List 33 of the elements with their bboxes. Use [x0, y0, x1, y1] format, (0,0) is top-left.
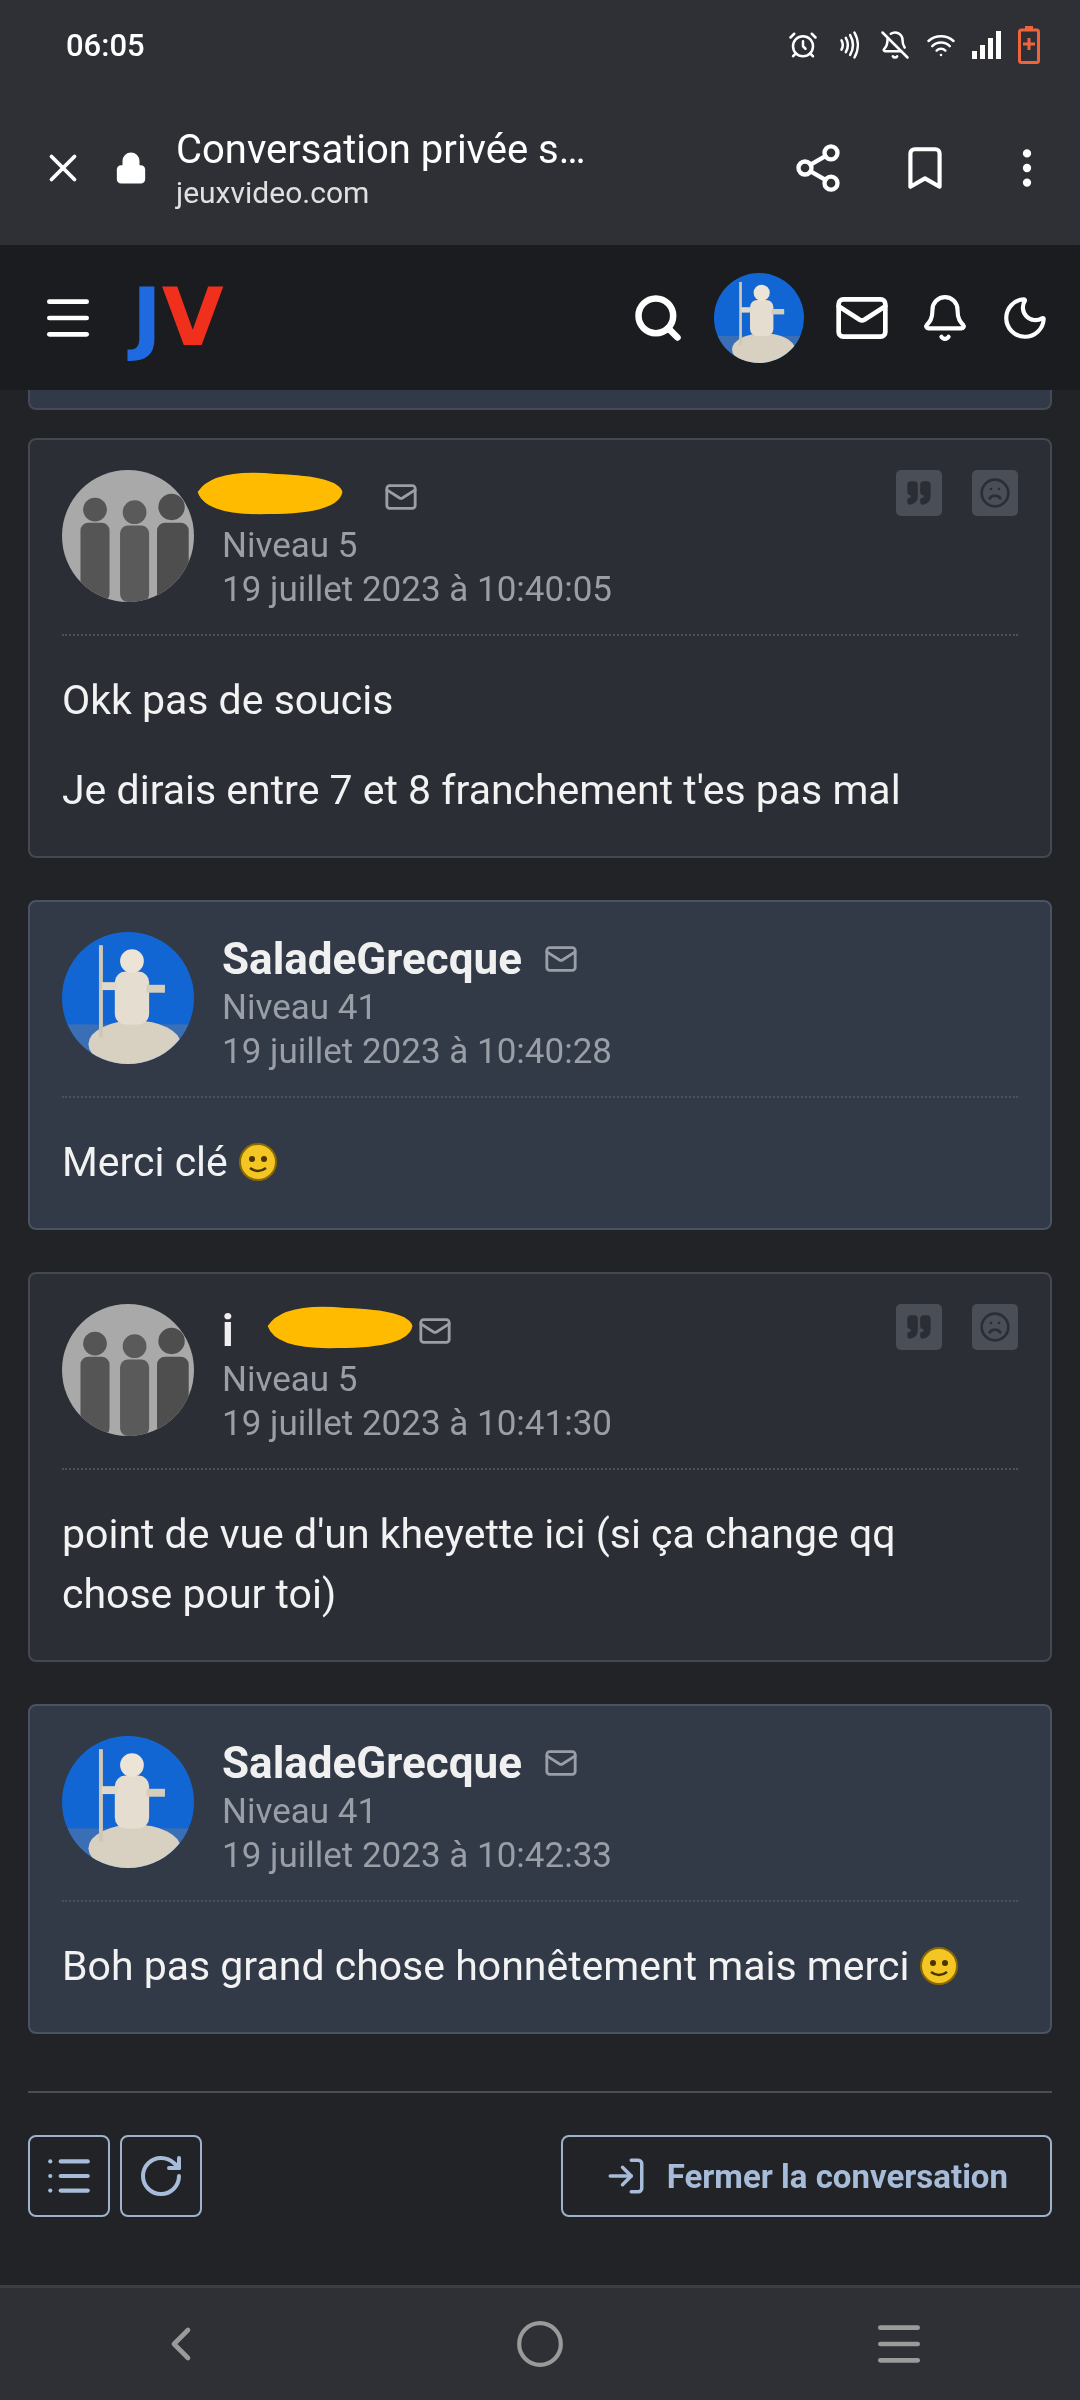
post-date: 19 juillet 2023 à 10:40:28	[222, 1030, 613, 1074]
message-text: point de vue d'un kheyette ici (si ça change qq chose pour toi)	[62, 1509, 897, 1620]
post-date: 19 juillet 2023 à 10:40:05	[222, 568, 613, 612]
list-button[interactable]	[28, 2135, 110, 2217]
lock-icon	[114, 150, 148, 185]
message-text: Merci clé	[62, 1132, 978, 1192]
user-level: Niveau 41	[222, 986, 379, 1030]
user-level: Niveau 5	[222, 524, 359, 568]
bell-off-icon	[880, 30, 910, 60]
quote-icon	[905, 479, 933, 507]
home-icon[interactable]	[515, 2319, 565, 2369]
page-url: jeuxvideo.com	[176, 174, 371, 210]
page-title: Conversation privée s…	[176, 125, 587, 173]
message-text: Okk pas de soucis	[62, 675, 395, 726]
signal-icon	[972, 31, 1002, 59]
close-conversation-button[interactable]: Fermer la conversation	[560, 2135, 1052, 2217]
frown-icon	[979, 477, 1011, 509]
quote-icon	[905, 1313, 933, 1341]
author-name[interactable]: SaladeGrecque	[222, 1737, 522, 1789]
user-level: Niveau 41	[222, 1790, 379, 1834]
status-time: 06:05	[66, 26, 146, 64]
post-date: 19 juillet 2023 à 10:41:30	[222, 1402, 613, 1446]
frown-icon	[979, 1311, 1011, 1343]
message-text: Boh pas grand chose honnêtement mais merci	[62, 1936, 978, 1996]
refresh-button[interactable]	[120, 2135, 202, 2217]
author-name[interactable]: i	[222, 1305, 234, 1357]
site-logo[interactable]: JV	[126, 269, 230, 366]
author-name[interactable]: SaladeGrecque	[222, 933, 522, 985]
message-text: Je dirais entre 7 et 8 franchement t'es pas mal	[62, 765, 902, 816]
battery-icon	[1018, 26, 1040, 64]
alarm-icon	[788, 30, 818, 60]
post-date: 19 juillet 2023 à 10:42:33	[222, 1834, 613, 1878]
user-level: Niveau 5	[222, 1358, 359, 1402]
